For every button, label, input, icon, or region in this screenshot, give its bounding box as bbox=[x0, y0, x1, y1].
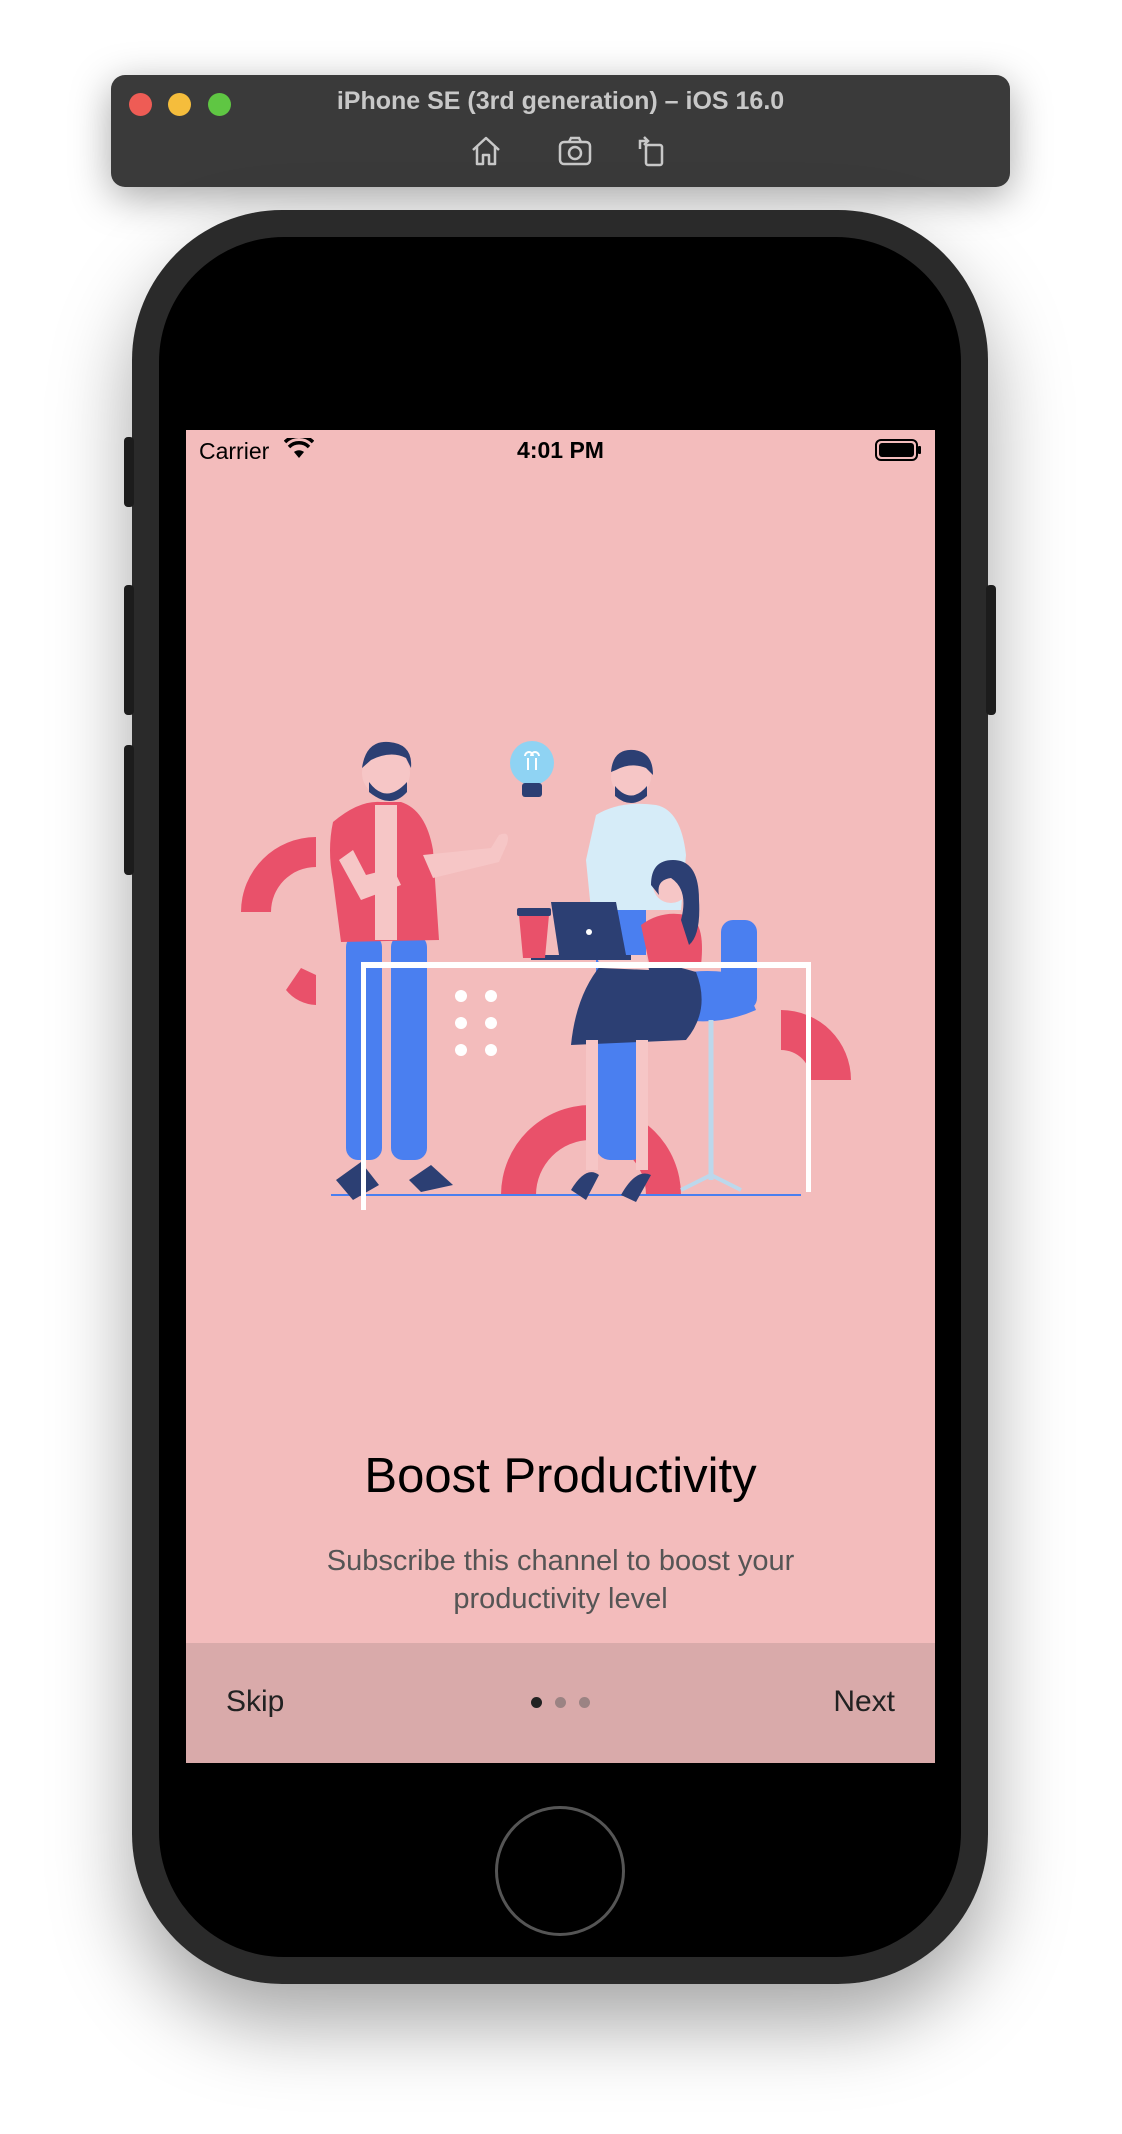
page-dot-2[interactable] bbox=[555, 1697, 566, 1708]
team-working-illustration bbox=[241, 710, 891, 1230]
rotate-icon[interactable] bbox=[634, 133, 672, 169]
page-indicator[interactable] bbox=[531, 1697, 590, 1708]
app-screen: Carrier 4:01 PM Boost Productivity Subsc… bbox=[186, 430, 935, 1763]
onboarding-subtitle: Subscribe this channel to boost your pro… bbox=[326, 1545, 795, 1615]
screenshot-icon[interactable] bbox=[556, 133, 594, 169]
skip-button[interactable]: Skip bbox=[226, 1685, 284, 1719]
status-time: 4:01 PM bbox=[517, 437, 604, 463]
volume-up-button bbox=[124, 585, 134, 715]
simulator-title: iPhone SE (3rd generation) – iOS 16.0 bbox=[336, 87, 785, 115]
volume-down-button bbox=[124, 745, 134, 875]
simulator-title-bar: iPhone SE (3rd generation) – iOS 16.0 bbox=[111, 75, 1010, 187]
phone-home-button[interactable] bbox=[495, 1806, 625, 1936]
status-bar: Carrier 4:01 PM bbox=[186, 430, 935, 470]
page-dot-3[interactable] bbox=[579, 1697, 590, 1708]
power-button bbox=[986, 585, 996, 715]
home-icon[interactable] bbox=[467, 133, 505, 169]
battery-icon bbox=[875, 439, 923, 466]
onboarding-bottom-bar: Skip Next bbox=[186, 1643, 935, 1763]
page-dot-1[interactable] bbox=[531, 1697, 542, 1708]
next-button[interactable]: Next bbox=[833, 1685, 895, 1719]
onboarding-title: Boost Productivity bbox=[364, 1449, 757, 1503]
mute-switch bbox=[124, 437, 134, 507]
